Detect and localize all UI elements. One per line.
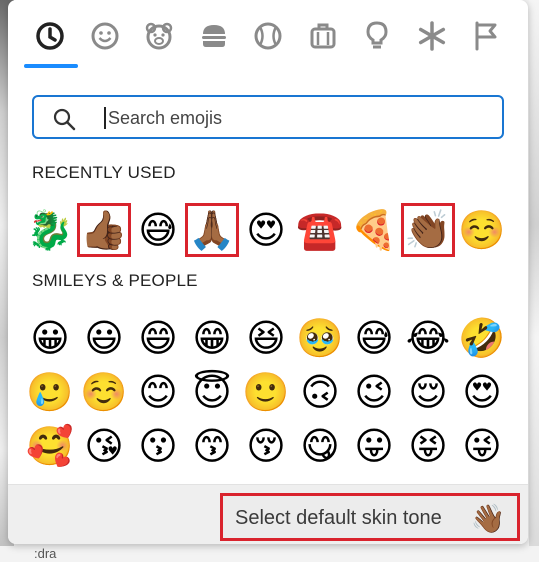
emoji-button-highlighted[interactable]: 👏🏾 [401, 203, 455, 257]
emoji-button[interactable]: 😅 [348, 312, 400, 364]
tab-activities[interactable] [248, 14, 288, 58]
background-message-input: :dra [0, 546, 539, 562]
emoji-button[interactable]: 🍕 [348, 204, 400, 256]
emoji-button[interactable]: 😊 [132, 366, 184, 418]
section-title-recent: RECENTLY USED [32, 163, 176, 182]
emoji-button[interactable]: 😗 [132, 420, 184, 472]
emoji-button[interactable]: 😂 [402, 312, 454, 364]
flag-icon [475, 21, 497, 51]
emoji-button[interactable]: 🙃 [294, 366, 346, 418]
emoji-button[interactable]: 😋 [294, 420, 346, 472]
emoji-button[interactable]: 😛 [348, 420, 400, 472]
emoji-button[interactable]: 😆 [240, 312, 292, 364]
text-caret [104, 107, 106, 129]
picker-footer: Select default skin tone 👋🏾 [8, 484, 528, 544]
emoji-button[interactable]: 🥰 [24, 420, 76, 472]
emoji-button[interactable]: 🐉 [24, 204, 76, 256]
tab-smileys[interactable] [85, 14, 125, 58]
emoji-button[interactable]: 😘 [78, 420, 130, 472]
search-box[interactable]: Search emojis [32, 95, 504, 139]
emoji-button[interactable]: 😜 [456, 420, 508, 472]
emoji-button[interactable]: ☎️ [294, 204, 346, 256]
emoji-button[interactable]: 😙 [186, 420, 238, 472]
emoji-button-highlighted[interactable]: 👍🏾 [77, 203, 131, 257]
tab-food[interactable] [194, 14, 234, 58]
asterisk-icon [418, 21, 446, 51]
lightbulb-icon [366, 21, 388, 49]
tab-objects[interactable] [357, 14, 397, 58]
emoji-button[interactable]: 😚 [240, 420, 292, 472]
emoji-button[interactable]: ☺️ [78, 366, 130, 418]
suitcase-icon [310, 23, 336, 49]
section-title-smileys: SMILEYS & PEOPLE [32, 271, 198, 290]
search-input[interactable]: Search emojis [108, 108, 222, 129]
emoji-button[interactable]: ☺️ [456, 204, 508, 256]
background-edge [529, 0, 539, 562]
emoji-button-highlighted[interactable]: 🙏🏾 [185, 203, 239, 257]
emoji-button[interactable]: 🙂 [240, 366, 292, 418]
waving-hand-icon: 👋🏾 [470, 502, 506, 535]
emoji-button[interactable]: 😝 [402, 420, 454, 472]
emoji-button[interactable]: 😅 [132, 204, 184, 256]
emoji-button[interactable]: 😍 [240, 204, 292, 256]
background-input-text: :dra [34, 546, 57, 561]
emoji-button[interactable]: 😍 [456, 366, 508, 418]
emoji-button[interactable]: 😇 [186, 366, 238, 418]
emoji-button[interactable]: 🥹 [294, 312, 346, 364]
emoji-button[interactable]: 😌 [402, 366, 454, 418]
skin-tone-label: Select default skin tone [235, 507, 442, 529]
tab-animals[interactable] [139, 14, 179, 58]
ball-icon [254, 22, 282, 50]
skin-tone-button[interactable]: Select default skin tone 👋🏾 [220, 493, 520, 541]
emoji-picker: Search emojis RECENTLY USED 🐉 👍🏾 😅 🙏🏾 😍 … [8, 0, 528, 544]
emoji-button[interactable]: 😃 [78, 312, 130, 364]
emoji-button[interactable]: 😀 [24, 312, 76, 364]
emoji-button[interactable]: 🥲 [24, 366, 76, 418]
smiley-icon [91, 22, 119, 50]
tab-flags[interactable] [466, 14, 506, 58]
burger-icon [202, 25, 226, 47]
emoji-button[interactable]: 😁 [186, 312, 238, 364]
search-icon [53, 108, 76, 131]
active-tab-indicator [24, 64, 78, 68]
tab-travel[interactable] [303, 14, 343, 58]
bear-icon [145, 22, 173, 50]
tab-recent[interactable] [30, 14, 70, 58]
emoji-button[interactable]: 😉 [348, 366, 400, 418]
category-tabs [8, 0, 528, 70]
clock-icon [36, 22, 64, 50]
tab-symbols[interactable] [412, 14, 452, 58]
emoji-button[interactable]: 🤣 [456, 312, 508, 364]
emoji-button[interactable]: 😄 [132, 312, 184, 364]
